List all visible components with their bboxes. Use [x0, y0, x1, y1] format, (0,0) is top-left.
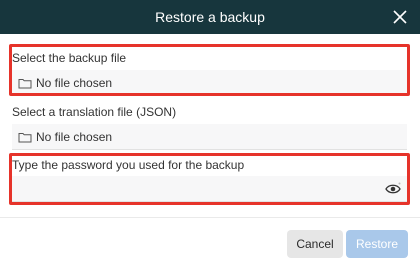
footer-divider: [0, 217, 420, 218]
folder-icon: [18, 132, 32, 142]
folder-icon: [18, 78, 32, 88]
backup-file-field: Select the backup file No file chosen: [12, 51, 407, 96]
translation-file-picker[interactable]: No file chosen: [12, 124, 407, 150]
close-icon: [393, 10, 407, 24]
backup-file-picker[interactable]: No file chosen: [12, 70, 407, 96]
password-input[interactable]: [12, 176, 407, 201]
translation-file-label: Select a translation file (JSON): [12, 105, 177, 119]
password-row: [12, 176, 407, 202]
cancel-button[interactable]: Cancel: [287, 230, 343, 258]
dialog-header: Restore a backup: [0, 0, 420, 34]
password-label: Type the password you used for the backu…: [12, 158, 245, 172]
dialog-title: Restore a backup: [155, 9, 265, 25]
backup-file-label: Select the backup file: [12, 51, 127, 65]
translation-file-status: No file chosen: [36, 129, 113, 144]
restore-button[interactable]: Restore: [346, 230, 408, 258]
translation-file-field: Select a translation file (JSON) No file…: [12, 105, 407, 150]
password-field: Type the password you used for the backu…: [12, 158, 407, 202]
close-button[interactable]: [392, 9, 408, 25]
eye-icon[interactable]: [385, 182, 401, 196]
backup-file-status: No file chosen: [36, 75, 113, 90]
